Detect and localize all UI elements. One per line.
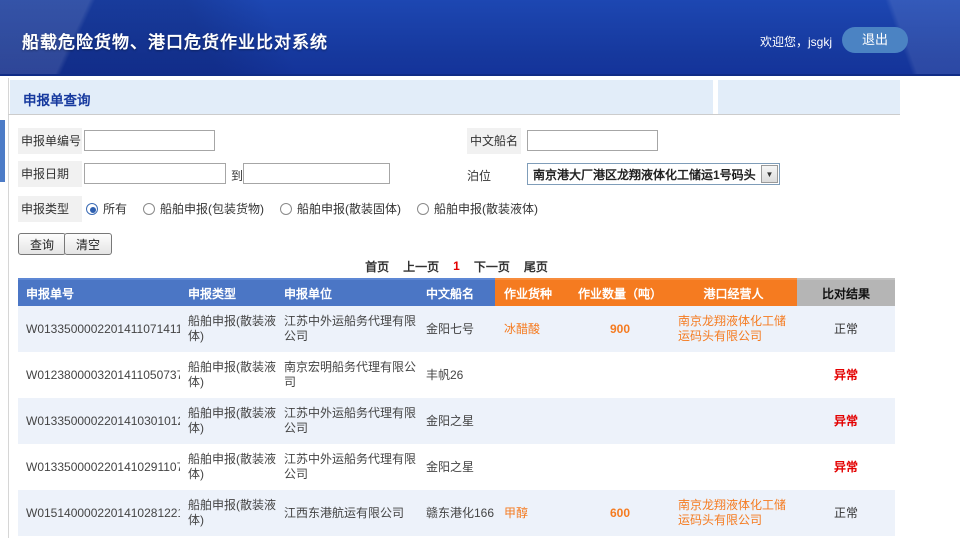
section-bar-right-segment	[718, 80, 900, 114]
berth-select[interactable]: 南京港大厂港区龙翔液体化工储运1号码头 ▼	[527, 163, 780, 185]
cell-type: 船舶申报(散装液体)	[180, 498, 280, 528]
radio-icon[interactable]	[417, 203, 429, 215]
ship-name-label: 中文船名	[467, 128, 521, 154]
radio-option-packaged[interactable]: 船舶申报(包装货物)	[143, 200, 264, 217]
table-header-row: 申报单号 申报类型 申报单位 中文船名 作业货种 作业数量（吨） 港口经营人 比…	[18, 278, 895, 306]
cell-cargo: 甲醇	[495, 506, 570, 521]
radio-icon[interactable]	[143, 203, 155, 215]
date-to-input[interactable]	[243, 163, 390, 184]
cell-type: 船舶申报(散装液体)	[180, 452, 280, 482]
cell-ship: 金阳之星	[422, 460, 495, 475]
cell-type: 船舶申报(散装液体)	[180, 360, 280, 390]
cell-agent: 南京宏明船务代理有限公司	[280, 360, 422, 390]
radio-option-bulk-solid[interactable]: 船舶申报(散装固体)	[280, 200, 401, 217]
cell-ship: 金阳七号	[422, 322, 495, 337]
col-header-type: 申报类型	[180, 278, 280, 306]
pagination-prev[interactable]: 上一页	[403, 258, 439, 275]
berth-label: 泊位	[467, 167, 491, 184]
table-row: W012380000320141105073753 船舶申报(散装液体) 南京宏…	[18, 352, 895, 398]
logout-button[interactable]: 退出	[842, 27, 908, 53]
left-border-line	[8, 78, 9, 538]
top-banner: 船载危险货物、港口危货作业比对系统 欢迎您，jsgkj 退出	[0, 0, 960, 76]
pagination-last[interactable]: 尾页	[524, 258, 548, 275]
radio-icon[interactable]	[280, 203, 292, 215]
pagination-current-page: 1	[453, 259, 460, 273]
type-label: 申报类型	[18, 196, 82, 222]
results-table: 申报单号 申报类型 申报单位 中文船名 作业货种 作业数量（吨） 港口经营人 比…	[18, 278, 895, 536]
app-window: 船载危险货物、港口危货作业比对系统 欢迎您，jsgkj 退出 申报单查询 申报单…	[0, 0, 960, 538]
cell-agent: 江苏中外运船务代理有限公司	[280, 406, 422, 436]
cell-agent: 江西东港航运有限公司	[280, 506, 422, 521]
cell-result: 异常	[797, 414, 895, 429]
cell-ship: 赣东港化166	[422, 506, 495, 521]
declaration-type-radio-group: 所有 船舶申报(包装货物) 船舶申报(散装固体) 船舶申报(散装液体)	[86, 200, 538, 217]
col-header-qty: 作业数量（吨）	[570, 278, 670, 306]
query-button[interactable]: 查询	[18, 233, 66, 255]
date-to-label: 到	[231, 167, 243, 184]
left-accent-strip	[0, 120, 5, 182]
cell-declaration-no: W013350000220141107141109	[18, 322, 180, 337]
col-header-cargo: 作业货种	[495, 278, 570, 306]
col-header-ship: 中文船名	[422, 278, 495, 306]
col-header-agent: 申报单位	[280, 278, 422, 306]
cell-agent: 江苏中外运船务代理有限公司	[280, 314, 422, 344]
radio-option-label: 所有	[103, 200, 127, 217]
cell-operator: 南京龙翔液体化工储运码头有限公司	[670, 498, 797, 528]
cell-cargo: 冰醋酸	[495, 322, 570, 337]
cell-declaration-no: W012380000320141105073753	[18, 368, 180, 383]
welcome-text: 欢迎您，jsgkj	[760, 33, 832, 50]
radio-option-bulk-liquid[interactable]: 船舶申报(散装液体)	[417, 200, 538, 217]
page-title: 申报单查询	[23, 89, 91, 109]
cell-operator: 南京龙翔液体化工储运码头有限公司	[670, 314, 797, 344]
date-from-input[interactable]	[84, 163, 226, 184]
cell-result: 正常	[797, 322, 895, 337]
cell-qty: 900	[570, 322, 670, 337]
table-row: W013350000220141107141109 船舶申报(散装液体) 江苏中…	[18, 306, 895, 352]
cell-declaration-no: W013350000220141029110742	[18, 460, 180, 475]
cell-declaration-no: W013350000220141030101217	[18, 414, 180, 429]
radio-option-all[interactable]: 所有	[86, 200, 127, 217]
berth-selected-value: 南京港大厂港区龙翔液体化工储运1号码头	[528, 166, 761, 183]
table-row: W013350000220141029110742 船舶申报(散装液体) 江苏中…	[18, 444, 895, 490]
radio-option-label: 船舶申报(散装液体)	[434, 200, 538, 217]
table-row: W015140000220141028122151 船舶申报(散装液体) 江西东…	[18, 490, 895, 536]
declaration-no-input[interactable]	[84, 130, 215, 151]
col-header-declaration-no: 申报单号	[18, 278, 180, 306]
date-label: 申报日期	[18, 161, 82, 187]
cell-type: 船舶申报(散装液体)	[180, 406, 280, 436]
cell-result: 异常	[797, 460, 895, 475]
pagination: 首页 上一页 1 下一页 尾页	[18, 257, 895, 275]
cell-ship: 丰帆26	[422, 368, 495, 383]
pagination-next[interactable]: 下一页	[474, 258, 510, 275]
section-bar: 申报单查询	[10, 80, 713, 114]
app-title: 船载危险货物、港口危货作业比对系统	[22, 28, 328, 53]
pagination-first[interactable]: 首页	[365, 258, 389, 275]
section-divider	[8, 114, 900, 115]
cell-declaration-no: W015140000220141028122151	[18, 506, 180, 521]
cell-type: 船舶申报(散装液体)	[180, 314, 280, 344]
clear-button[interactable]: 清空	[64, 233, 112, 255]
chevron-down-icon[interactable]: ▼	[761, 165, 778, 183]
declaration-no-label: 申报单编号	[18, 128, 82, 154]
cell-qty: 600	[570, 506, 670, 521]
cell-result: 正常	[797, 506, 895, 521]
cell-result: 异常	[797, 368, 895, 383]
cell-agent: 江苏中外运船务代理有限公司	[280, 452, 422, 482]
radio-option-label: 船舶申报(包装货物)	[160, 200, 264, 217]
col-header-operator: 港口经营人	[670, 278, 797, 306]
radio-icon[interactable]	[86, 203, 98, 215]
col-header-result: 比对结果	[797, 278, 895, 306]
radio-option-label: 船舶申报(散装固体)	[297, 200, 401, 217]
ship-name-input[interactable]	[527, 130, 658, 151]
table-row: W013350000220141030101217 船舶申报(散装液体) 江苏中…	[18, 398, 895, 444]
cell-ship: 金阳之星	[422, 414, 495, 429]
